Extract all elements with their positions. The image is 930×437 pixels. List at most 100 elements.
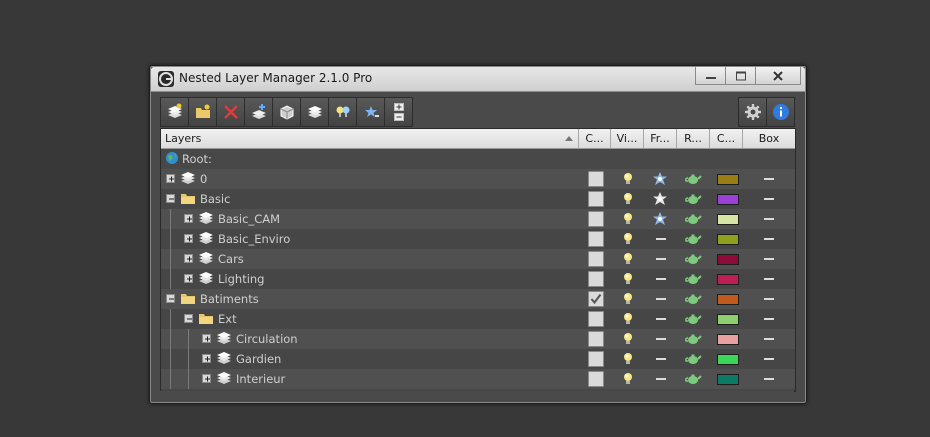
visibility-bulb-icon[interactable] (623, 352, 633, 369)
expand-toggle[interactable] (184, 254, 193, 263)
render-teapot-icon[interactable] (684, 172, 702, 188)
layer-name[interactable]: Cars (218, 252, 244, 266)
box-mode-dash[interactable] (764, 318, 774, 320)
current-layer-checkbox[interactable] (588, 171, 604, 187)
freeze-off-dash[interactable] (656, 238, 666, 240)
layer-row[interactable]: Batiments (161, 289, 795, 309)
column-header-freeze[interactable]: Fr... (644, 129, 677, 148)
visibility-bulb-icon[interactable] (623, 312, 633, 329)
freeze-off-dash[interactable] (656, 318, 666, 320)
column-header-box[interactable]: Box (743, 129, 795, 148)
layer-row[interactable]: 0 (161, 169, 795, 189)
current-layer-checkbox[interactable] (588, 291, 604, 307)
layer-color-swatch[interactable] (717, 194, 739, 205)
column-header-render[interactable]: R... (677, 129, 710, 148)
layer-color-swatch[interactable] (717, 174, 739, 185)
box-mode-dash[interactable] (764, 278, 774, 280)
column-header-visible[interactable]: Vi... (611, 129, 644, 148)
root-row[interactable]: Root: (161, 149, 795, 169)
box-mode-dash[interactable] (764, 258, 774, 260)
visibility-bulb-icon[interactable] (623, 272, 633, 289)
freeze-off-dash[interactable] (656, 358, 666, 360)
freeze-snowflake-icon[interactable] (652, 171, 668, 190)
layer-name[interactable]: 0 (200, 172, 207, 186)
layer-row[interactable]: Basic_Enviro (161, 229, 795, 249)
layer-name[interactable]: Gardien (236, 352, 281, 366)
layer-name[interactable]: Lighting (218, 272, 264, 286)
layer-row[interactable]: Lighting (161, 269, 795, 289)
visibility-bulb-icon[interactable] (623, 252, 633, 269)
info-button[interactable] (767, 98, 794, 126)
layer-name[interactable]: Interieur (236, 372, 285, 386)
current-layer-checkbox[interactable] (588, 271, 604, 287)
box-mode-dash[interactable] (764, 358, 774, 360)
select-objects-button[interactable] (273, 98, 301, 126)
expand-toggle[interactable] (166, 174, 175, 183)
layer-color-swatch[interactable] (717, 254, 739, 265)
layer-color-swatch[interactable] (717, 374, 739, 385)
new-layer-button[interactable] (161, 98, 189, 126)
visibility-bulb-icon[interactable] (623, 212, 633, 229)
current-layer-checkbox[interactable] (588, 191, 604, 207)
render-teapot-icon[interactable] (684, 352, 702, 368)
render-teapot-icon[interactable] (684, 212, 702, 228)
collapse-toggle[interactable] (166, 294, 175, 303)
current-layer-checkbox[interactable] (588, 331, 604, 347)
visibility-bulb-icon[interactable] (623, 292, 633, 309)
box-mode-dash[interactable] (764, 178, 774, 180)
column-header-layers[interactable]: Layers (161, 129, 579, 148)
freeze-off-dash[interactable] (656, 278, 666, 280)
layer-color-swatch[interactable] (717, 334, 739, 345)
expand-toggle[interactable] (184, 234, 193, 243)
expand-toggle[interactable] (184, 274, 193, 283)
visibility-bulb-icon[interactable] (623, 172, 633, 189)
current-layer-checkbox[interactable] (588, 231, 604, 247)
column-header-current[interactable]: C... (579, 129, 611, 148)
maximize-button[interactable] (725, 67, 756, 85)
close-button[interactable] (755, 67, 801, 85)
layer-color-swatch[interactable] (717, 234, 739, 245)
render-teapot-icon[interactable] (684, 292, 702, 308)
layer-color-swatch[interactable] (717, 214, 739, 225)
layer-row[interactable]: Gardien (161, 349, 795, 369)
current-layer-checkbox[interactable] (588, 351, 604, 367)
visibility-bulb-icon[interactable] (623, 192, 633, 209)
render-teapot-icon[interactable] (684, 312, 702, 328)
current-layer-checkbox[interactable] (588, 371, 604, 387)
render-teapot-icon[interactable] (684, 272, 702, 288)
freeze-snowflake-icon[interactable] (652, 191, 668, 210)
layer-row[interactable]: Ext (161, 309, 795, 329)
box-mode-dash[interactable] (764, 338, 774, 340)
visibility-bulb-icon[interactable] (623, 232, 633, 249)
box-mode-dash[interactable] (764, 378, 774, 380)
layer-row[interactable]: Cars (161, 249, 795, 269)
layer-row[interactable]: Basic_CAM (161, 209, 795, 229)
layer-name[interactable]: Basic_Enviro (218, 232, 290, 246)
minimize-button[interactable] (695, 67, 726, 85)
freeze-off-dash[interactable] (656, 338, 666, 340)
current-layer-checkbox[interactable] (588, 251, 604, 267)
expand-toggle[interactable] (184, 214, 193, 223)
layer-name[interactable]: Basic (200, 192, 230, 206)
add-selection-button[interactable] (245, 98, 273, 126)
collapse-toggle[interactable] (166, 194, 175, 203)
box-mode-dash[interactable] (764, 298, 774, 300)
layer-color-swatch[interactable] (717, 354, 739, 365)
box-mode-dash[interactable] (764, 238, 774, 240)
layer-row[interactable]: Basic (161, 189, 795, 209)
layer-properties-button[interactable] (301, 98, 329, 126)
new-folder-button[interactable] (189, 98, 217, 126)
expand-toggle[interactable] (202, 374, 211, 383)
render-teapot-icon[interactable] (684, 192, 702, 208)
layer-row[interactable]: Interieur (161, 369, 795, 389)
collapse-toggle[interactable] (184, 314, 193, 323)
render-teapot-icon[interactable] (684, 232, 702, 248)
expand-collapse-button[interactable] (385, 98, 412, 126)
visibility-bulb-icon[interactable] (623, 332, 633, 349)
box-mode-dash[interactable] (764, 198, 774, 200)
expand-toggle[interactable] (202, 354, 211, 363)
layer-name[interactable]: Basic_CAM (218, 212, 280, 226)
delete-button[interactable] (217, 98, 245, 126)
freeze-off-dash[interactable] (656, 298, 666, 300)
layer-name[interactable]: Ext (218, 312, 237, 326)
